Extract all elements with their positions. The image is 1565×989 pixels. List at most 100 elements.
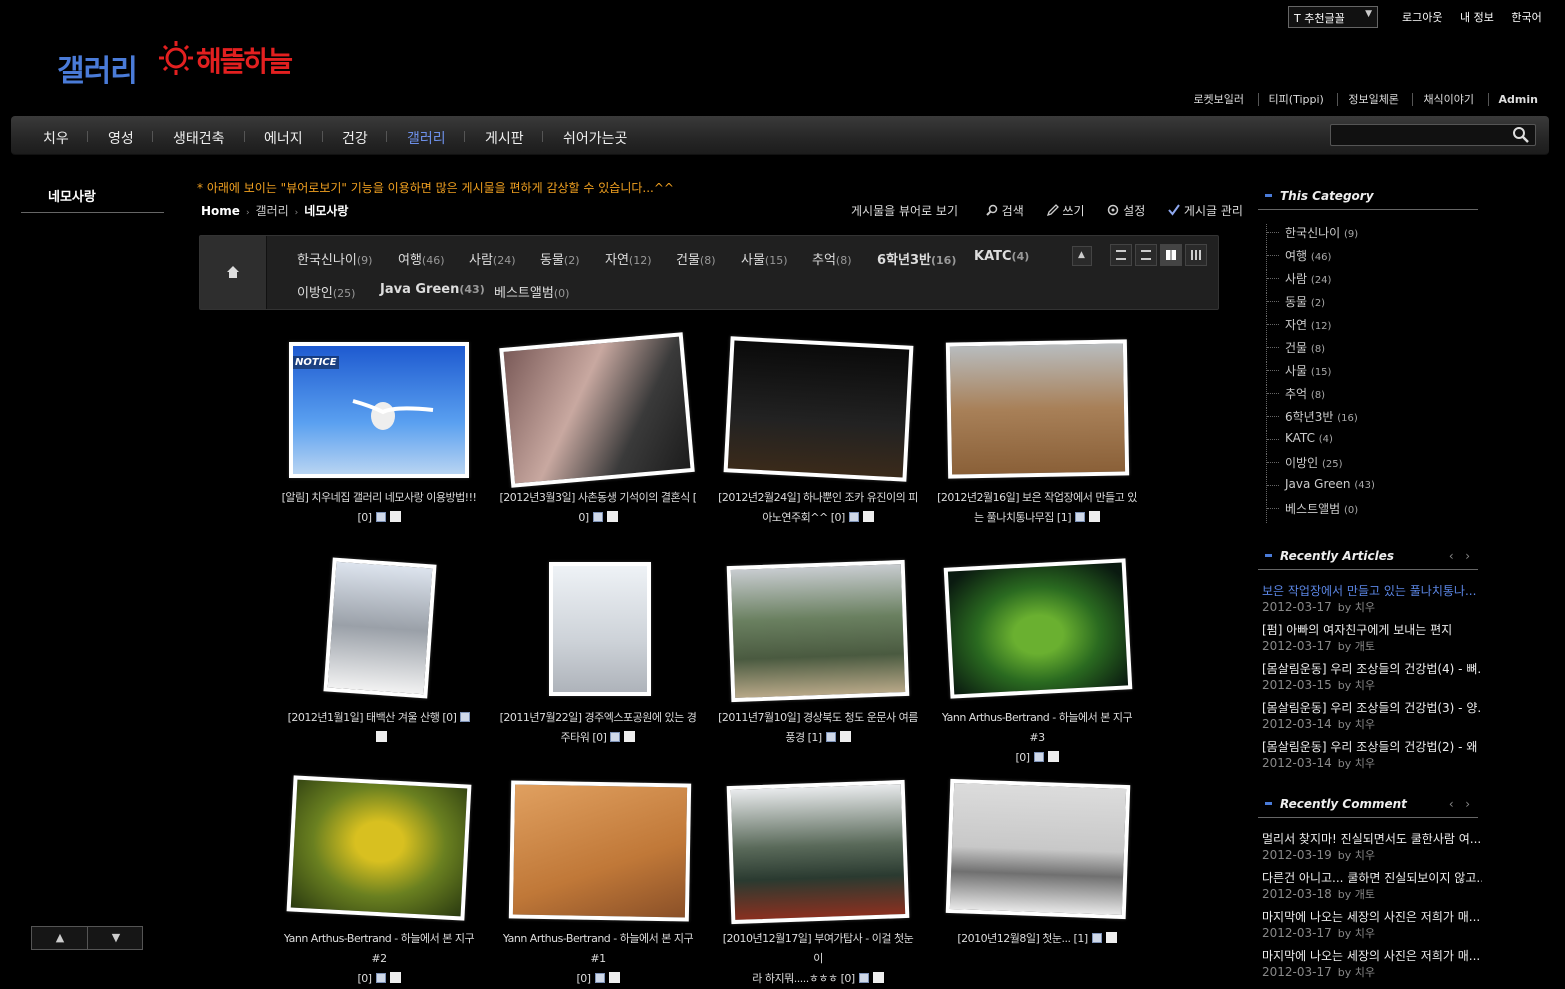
thumbnail-image[interactable] [726,559,910,703]
recent-article[interactable]: 보은 작업장에서 만들고 있는 풀나치통나... 2012-03-17 by 치우 [1262,582,1482,615]
category-item[interactable]: 사람(24) [469,249,516,268]
viewer-mode-button[interactable]: 게시물을 뷰어로 보기 [851,204,958,218]
category-item[interactable]: 건물(8) [676,249,716,268]
thumbnail-image[interactable] [943,558,1133,699]
view-list-button[interactable] [1110,244,1132,266]
post-caption[interactable]: Yann Arthus-Bertrand - 하늘에서 본 지구 #3 [0] [937,708,1137,768]
category-item[interactable]: 한국신나이(9) [297,249,372,268]
quick-link-rocket-boiler[interactable]: 로켓보일러 [1183,93,1254,106]
scroll-down-button[interactable]: ▼ [88,931,144,944]
thumbnail-image[interactable] [508,780,692,922]
view-thumb-button[interactable] [1185,244,1207,266]
post-caption[interactable]: [2011년7월10일] 경상북도 청도 운문사 여름 풍경 [1] [718,708,918,748]
write-tool[interactable]: 쓰기 [1046,204,1085,218]
thumbnail-image[interactable] [945,339,1130,479]
post-caption[interactable]: [2012년1월1일] 태백산 겨울 산행 [0] [279,708,479,748]
category-item[interactable]: 이방인(25) [297,282,355,301]
search-icon[interactable] [1512,126,1530,144]
tree-item[interactable]: 한국신나이 (9) [1266,224,1375,247]
nav-item-rest[interactable]: 쉬어가는곳 [563,128,627,148]
category-item[interactable]: Java Green(43) [380,282,485,297]
gallery-logo[interactable]: 갤러리 [57,46,138,90]
post-caption[interactable]: [2011년7월22일] 경주엑스포공원에 있는 경 주타워 [0] [498,708,698,748]
left-menu-item-nemo[interactable]: 네모사랑 [21,186,164,213]
post-caption[interactable]: Yann Arthus-Bertrand - 하늘에서 본 지구 #1 [0] [498,929,698,989]
breadcrumb-gallery[interactable]: 갤러리 [256,204,289,218]
nav-item-gallery[interactable]: 갤러리 [407,128,446,148]
tree-item[interactable]: KATC (4) [1266,431,1375,454]
manage-posts-tool[interactable]: 게시글 관리 [1168,204,1243,218]
logout-link[interactable]: 로그아웃 [1402,11,1442,24]
scroll-up-button[interactable]: ▲ [32,931,88,944]
view-gallery-button[interactable] [1160,244,1182,266]
thumbnail-image[interactable] [723,336,914,482]
settings-tool[interactable]: 설정 [1107,204,1145,218]
tree-item[interactable]: 여행 (46) [1266,247,1375,270]
next-arrow-icon[interactable]: › [1465,797,1470,811]
nav-item-energy[interactable]: 에너지 [264,128,303,148]
tree-item[interactable]: 6학년3반 (16) [1266,408,1375,431]
post-caption[interactable]: Yann Arthus-Bertrand - 하늘에서 본 지구 #2 [0] [279,929,479,989]
quick-link-vegetarian[interactable]: 채식이야기 [1412,93,1485,106]
search-box[interactable] [1330,124,1536,146]
thumbnail-image[interactable] [549,562,651,696]
quick-link-tippi[interactable]: 티피(Tippi) [1257,93,1334,106]
thumbnail-image[interactable] [286,775,472,921]
collapse-button[interactable]: ▲ [1072,246,1092,266]
view-detail-button[interactable] [1135,244,1157,266]
post-caption[interactable]: [알림] 치우네집 갤러리 네모사랑 이용방법!!! [0] [279,488,479,528]
language-link[interactable]: 한국어 [1511,11,1541,24]
recent-comment[interactable]: 다른건 아니고... 쿨하면 진실되보이지 않고... 2012-03-18 by … [1262,869,1482,902]
category-item[interactable]: 6학년3반(16) [877,249,956,268]
quick-link-info[interactable]: 정보일체론 [1337,93,1409,106]
recent-article[interactable]: [몸살림운동] 우리 조상들의 건강법(4) - 뼈... 2012-03-15 b… [1262,660,1482,693]
breadcrumb-current[interactable]: 네모사랑 [304,204,348,218]
my-info-link[interactable]: 내 정보 [1460,11,1494,24]
font-select[interactable]: T 추천글꼴 ▼ [1288,6,1378,28]
thumbnail-image[interactable] [945,778,1131,920]
category-item[interactable]: 동물(2) [540,249,580,268]
post-caption[interactable]: [2010년12월8일] 첫눈... [1] [937,929,1137,949]
post-caption[interactable]: [2012년2월16일] 보은 작업장에서 만들고 있는 풀나치통나무집 [1] [937,488,1137,528]
breadcrumb-home[interactable]: Home [201,204,240,218]
thumbnail-image[interactable]: NOTICE [289,342,469,478]
tree-item[interactable]: 자연 (12) [1266,316,1375,339]
search-tool[interactable]: 검색 [986,204,1024,218]
tree-item[interactable]: 사물 (15) [1266,362,1375,385]
tree-item[interactable]: Java Green (43) [1266,477,1375,500]
prev-arrow-icon[interactable]: ‹ [1449,797,1454,811]
recent-comment[interactable]: 멀리서 찾지마! 진실되면서도 쿨한사람 여... 2012-03-19 by 치우 [1262,830,1482,863]
thumbnail-image[interactable] [726,779,910,925]
category-item[interactable]: 여행(46) [398,249,445,268]
post-caption[interactable]: [2010년12월17일] 부여가탑사 - 이걸 첫눈이 라 하지뭐.....ㅎㅎ… [718,929,918,989]
prev-arrow-icon[interactable]: ‹ [1449,549,1454,563]
recent-article[interactable]: [펌] 아빠의 여자친구에게 보내는 편지 2012-03-17 by 개토 [1262,621,1482,654]
category-home-button[interactable] [200,236,267,309]
nav-item-eco-building[interactable]: 생태건축 [173,128,225,148]
site-brand-logo[interactable]: 해뜰하늘 [158,34,298,84]
category-item[interactable]: 베스트앨범(0) [494,282,569,301]
tree-item[interactable]: 건물 (8) [1266,339,1375,362]
tree-item[interactable]: 베스트앨범 (0) [1266,500,1375,523]
category-item[interactable]: KATC(4) [974,249,1029,264]
post-caption[interactable]: [2012년3월3일] 사촌동생 기석이의 결혼식 [0] [498,488,698,528]
nav-item-health[interactable]: 건강 [342,128,368,148]
post-caption[interactable]: [2012년2월24일] 하나뿐인 조카 유진이의 피 아노연주회^^ [0] [718,488,918,528]
thumbnail-image[interactable] [323,557,437,699]
recent-article[interactable]: [몸살림운동] 우리 조상들의 건강법(3) - 양... 2012-03-14 b… [1262,699,1482,732]
recent-comment[interactable]: 마지막에 나오는 세장의 사진은 저희가 매... 2012-03-17 by 치우 [1262,908,1482,941]
tree-item[interactable]: 추억 (8) [1266,385,1375,408]
thumbnail-image[interactable] [499,332,695,488]
recent-article[interactable]: [몸살림운동] 우리 조상들의 건강법(2) - 왜 ... 2012-03-14… [1262,738,1482,771]
tree-item[interactable]: 동물 (2) [1266,293,1375,316]
nav-item-board[interactable]: 게시판 [485,128,524,148]
quick-link-admin[interactable]: Admin [1487,93,1538,106]
tree-item[interactable]: 사람 (24) [1266,270,1375,293]
nav-item-spirituality[interactable]: 영성 [108,128,134,148]
recent-comment[interactable]: 마지막에 나오는 세장의 사진은 저희가 매... 2012-03-17 by 치우 [1262,947,1482,980]
nav-item-chiu[interactable]: 치우 [43,128,69,148]
next-arrow-icon[interactable]: › [1465,549,1470,563]
tree-item[interactable]: 이방인 (25) [1266,454,1375,477]
category-item[interactable]: 자연(12) [605,249,652,268]
category-item[interactable]: 사물(15) [741,249,788,268]
